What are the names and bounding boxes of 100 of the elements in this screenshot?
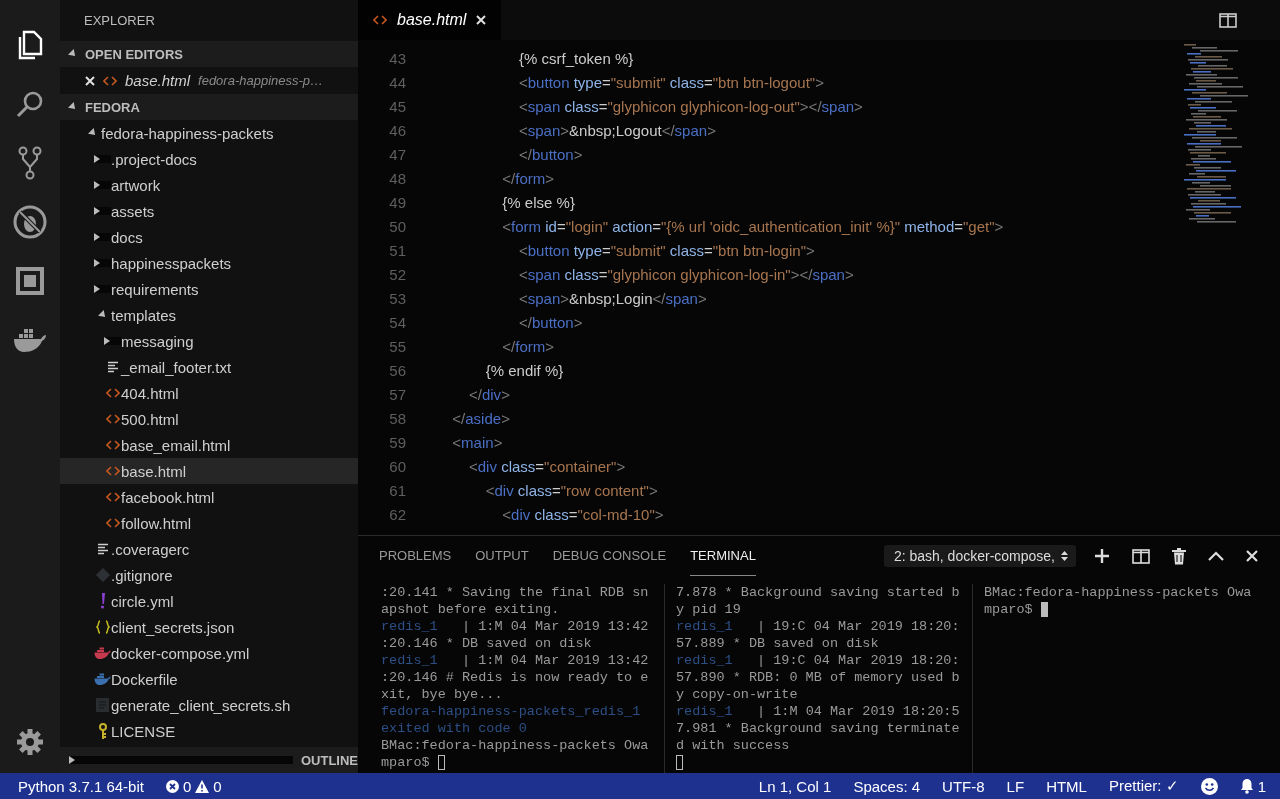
plus-icon[interactable] [1094, 548, 1110, 564]
notifications-indicator[interactable]: 1 [1239, 777, 1266, 795]
chevron-up-icon[interactable] [1208, 551, 1224, 561]
line-number: 54 [388, 313, 406, 331]
tree-item[interactable]: circle.yml [60, 588, 358, 614]
code-line: <div class="row content"> [484, 481, 658, 499]
no-bug-icon[interactable] [13, 204, 47, 239]
panel-tab[interactable]: PROBLEMS [379, 536, 452, 576]
code-line: {% csrf_token %} [518, 49, 634, 67]
line-number: 61 [388, 481, 406, 499]
panel-tab[interactable]: DEBUG CONSOLE [552, 536, 667, 576]
panel-tab[interactable]: TERMINAL [690, 536, 756, 576]
close-icon[interactable] [85, 75, 95, 86]
tree-item-label: .coveragerc [111, 540, 190, 558]
terminal-line: 7.878 * Background saving started b [676, 584, 961, 601]
terminal-line: 7.981 * Background saving terminate [676, 720, 961, 737]
code-line: <div class="col-md-10"> [501, 505, 664, 523]
trash-icon[interactable] [1172, 547, 1186, 565]
terminal-line: 57.889 * DB saved on disk [676, 635, 880, 652]
section-header[interactable]: FEDORA [60, 94, 358, 120]
close-icon[interactable] [476, 15, 487, 25]
tree-item[interactable]: artwork [60, 172, 358, 198]
editor-tab[interactable]: base.html [358, 0, 501, 40]
panel-tab[interactable]: OUTPUT [475, 536, 529, 576]
file-path: fedora-happiness-p… [198, 73, 324, 88]
open-editor-item[interactable]: base.html fedora-happiness-p… [60, 67, 358, 94]
line-number: 46 [388, 121, 406, 139]
code-line: <button type="submit" class="btn btn-logout"> [518, 73, 824, 91]
tree-item[interactable]: generate_client_secrets.sh [60, 692, 358, 718]
code-line: </form> [501, 169, 555, 187]
terminal-line: xit, bye bye... [381, 686, 504, 703]
tree-item-label: assets [111, 202, 155, 220]
terminal-line: redis_1 | 1:M 04 Mar 2019 13:42 [381, 618, 650, 635]
settings-icon[interactable] [16, 727, 44, 756]
status-item[interactable]: Python 3.7.1 64-bit [18, 777, 144, 795]
tree-item[interactable]: fedora-happiness-packets [60, 120, 358, 146]
tree-item[interactable]: client_secrets.json [60, 614, 358, 640]
problems-indicator[interactable]: 0 0 [165, 777, 222, 795]
terminal-prompt: mparo$ [381, 754, 431, 771]
status-item[interactable]: Ln 1, Col 1 [758, 777, 832, 795]
line-number: 55 [388, 337, 406, 355]
terminal-line: :20.141 * Saving the final RDB sn [381, 584, 650, 601]
tree-item[interactable]: .gitignore [60, 562, 358, 588]
tree-item[interactable]: follow.html [60, 510, 358, 536]
status-item[interactable]: Prettier: ✓ [1108, 777, 1179, 795]
status-item[interactable]: UTF-8 [942, 777, 985, 795]
tree-item[interactable]: .project-docs [60, 146, 358, 172]
tree-item[interactable]: messaging [60, 328, 358, 354]
tree-item[interactable]: assets [60, 198, 358, 224]
source-control-icon[interactable] [17, 145, 43, 180]
tree-item[interactable]: 404.html [60, 380, 358, 406]
status-item[interactable]: HTML [1046, 777, 1087, 795]
tree-item[interactable]: facebook.html [60, 484, 358, 510]
tree-item[interactable]: .coveragerc [60, 536, 358, 562]
tree-item[interactable]: docker-compose.yml [60, 640, 358, 666]
tree-item[interactable]: LICENSE [60, 718, 358, 744]
code-line: <form id="login" action="{% url 'oidc_authentication_init' %}" method="get"> [501, 217, 1004, 235]
sidebar-title: EXPLORER [83, 12, 156, 30]
tree-item-label: templates [111, 306, 177, 324]
split-editor-icon[interactable] [1219, 12, 1237, 28]
smiley-icon[interactable] [1200, 777, 1218, 795]
tree-item[interactable]: requirements [60, 276, 358, 302]
code-line: {% else %} [501, 193, 575, 211]
terminal-line: :20.146 * DB saved on disk [381, 635, 593, 652]
tree-item[interactable]: templates [60, 302, 358, 328]
tree-item[interactable]: base.html [60, 458, 358, 484]
section-header[interactable]: OPEN EDITORS [60, 41, 358, 67]
close-icon[interactable] [1246, 550, 1258, 562]
tree-item-label: docker-compose.yml [111, 644, 250, 662]
terminal-line: redis_1 | 19:C 04 Mar 2019 18:20: [676, 652, 961, 669]
status-item[interactable]: LF [1006, 777, 1025, 795]
code-file-icon [105, 518, 120, 528]
diamond-icon [95, 568, 110, 582]
whale-icon [94, 673, 111, 685]
split-terminal-icon[interactable] [1132, 548, 1150, 564]
tree-item[interactable]: base_email.html [60, 432, 358, 458]
tree-item-label: happinesspackets [111, 254, 232, 272]
braces-icon [95, 620, 110, 634]
line-number: 50 [388, 217, 406, 235]
tree-item[interactable]: docs [60, 224, 358, 250]
tree-item-label: _email_footer.txt [121, 358, 232, 376]
tree-item[interactable]: Dockerfile [60, 666, 358, 692]
whale-icon[interactable] [13, 326, 47, 353]
tree-item-label: follow.html [121, 514, 192, 532]
terminal-line: d with success [676, 737, 791, 754]
key-icon [97, 723, 108, 739]
tree-item[interactable]: 500.html [60, 406, 358, 432]
extensions-icon[interactable] [16, 266, 44, 295]
tree-item-label: messaging [121, 332, 194, 350]
tree-item[interactable]: happinesspackets [60, 250, 358, 276]
files-icon[interactable] [17, 29, 43, 60]
line-number: 59 [388, 433, 406, 451]
terminal-line: redis_1 | 1:M 04 Mar 2019 13:42 [381, 652, 650, 669]
terminal-line: 57.890 * RDB: 0 MB of memory used b [676, 669, 961, 686]
tree-item[interactable]: _email_footer.txt [60, 354, 358, 380]
section-header[interactable]: OUTLINE [60, 747, 358, 773]
status-item[interactable]: Spaces: 4 [853, 777, 921, 795]
terminal-dropdown[interactable]: 2: bash, docker-compose, [883, 545, 1076, 567]
text-file-icon [106, 361, 119, 373]
code-line: {% endif %} [484, 361, 564, 379]
